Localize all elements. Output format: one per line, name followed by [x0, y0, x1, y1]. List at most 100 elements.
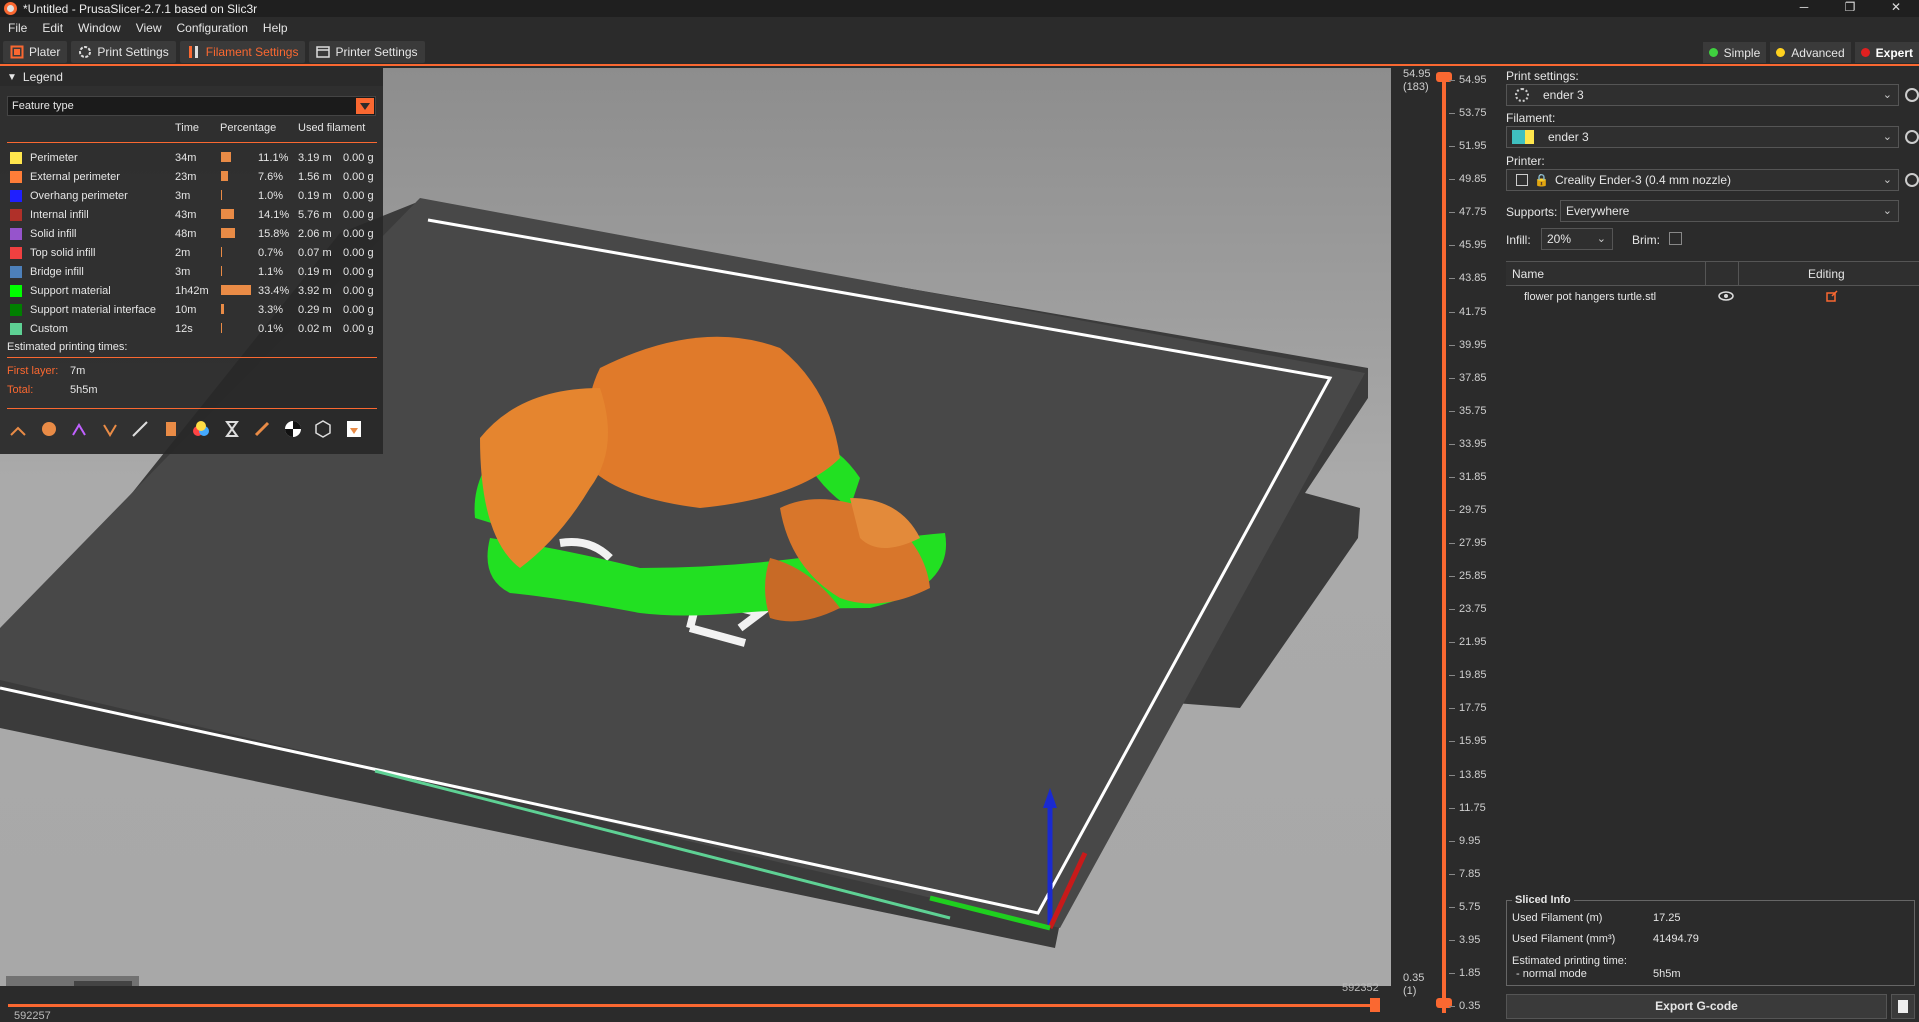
tab-plater[interactable]: Plater	[3, 40, 68, 63]
object-list: Name Editing flower pot hangers turtle.s…	[1506, 261, 1919, 873]
legend-row[interactable]: Support material 1h42m 33.4% 3.92 m 0.00 g	[0, 282, 383, 301]
edit-print-preset-icon[interactable]	[1905, 88, 1919, 102]
legend-row[interactable]: Internal infill 43m 14.1% 5.76 m 0.00 g	[0, 206, 383, 225]
color-changes-toggle-icon[interactable]	[190, 418, 212, 440]
mode-simple-button[interactable]: Simple	[1702, 42, 1767, 63]
legend-row[interactable]: Solid infill 48m 15.8% 2.06 m 0.00 g	[0, 225, 383, 244]
print-settings-combo[interactable]: ender 3 ⌄	[1506, 84, 1899, 106]
menu-help[interactable]: Help	[263, 21, 288, 35]
feature-name: External perimeter	[30, 171, 120, 183]
layer-tick-mark	[1449, 543, 1455, 544]
infill-label: Infill:	[1506, 233, 1531, 247]
menu-configuration[interactable]: Configuration	[177, 21, 248, 35]
layer-tick-mark	[1449, 113, 1455, 115]
legend-row[interactable]: Custom 12s 0.1% 0.02 m 0.00 g	[0, 320, 383, 339]
retractions-toggle-icon[interactable]	[68, 418, 90, 440]
feature-length: 3.19 m	[298, 152, 332, 164]
visibility-eye-icon[interactable]	[1718, 289, 1734, 306]
object-name: flower pot hangers turtle.stl	[1524, 291, 1657, 303]
column-divider	[1705, 262, 1706, 286]
custom-gcodes-toggle-icon[interactable]	[251, 418, 273, 440]
layer-slider[interactable]: 54.95 (183) 54.95 53.75 51.95 49.85 47.75 45.…	[1391, 68, 1504, 1019]
close-button[interactable]: ✕	[1873, 0, 1919, 17]
seams-toggle-icon[interactable]	[129, 418, 151, 440]
travel-toggle-icon[interactable]	[7, 418, 29, 440]
object-row[interactable]: flower pot hangers turtle.stl	[1506, 286, 1919, 308]
feature-name: Internal infill	[30, 209, 89, 221]
legend-header[interactable]: ▼ Legend	[0, 68, 383, 86]
export-to-device-button[interactable]	[1891, 994, 1915, 1019]
editing-column-header[interactable]: Editing	[1808, 267, 1845, 281]
wipe-toggle-icon[interactable]	[38, 418, 60, 440]
layer-tick-label: 21.95	[1459, 636, 1487, 649]
supports-select[interactable]: Everywhere ⌄	[1560, 200, 1899, 222]
advanced-mode-dot-icon	[1776, 48, 1786, 57]
export-gcode-button[interactable]: Export G-code	[1506, 994, 1887, 1019]
view-type-select[interactable]: Feature type	[7, 96, 376, 116]
feature-name: Top solid infill	[30, 247, 96, 259]
feature-weight: 0.00 g	[343, 304, 374, 316]
minimize-button[interactable]: ─	[1781, 0, 1827, 17]
percentage-bar	[221, 285, 251, 295]
layer-tick-mark	[1449, 642, 1455, 644]
layer-tick-mark	[1449, 873, 1455, 875]
mode-advanced-button[interactable]: Advanced	[1770, 42, 1851, 63]
center-of-gravity-toggle-icon[interactable]	[282, 418, 304, 440]
menu-view[interactable]: View	[136, 21, 162, 35]
layer-tick-mark	[1449, 377, 1455, 379]
tool-marker-toggle-icon[interactable]	[343, 418, 365, 440]
layer-tick-label: 47.75	[1459, 206, 1487, 219]
mode-advanced-label: Advanced	[1791, 45, 1845, 60]
layer-tick-label: 54.95	[1459, 74, 1487, 86]
deretractions-toggle-icon[interactable]	[99, 418, 121, 440]
legend-row[interactable]: External perimeter 23m 7.6% 1.56 m 0.00 g	[0, 168, 383, 187]
legend-row[interactable]: Perimeter 34m 11.1% 3.19 m 0.00 g	[0, 149, 383, 168]
edit-printer-preset-icon[interactable]	[1905, 173, 1919, 187]
layer-tick-mark	[1449, 939, 1455, 941]
move-left-value: 592257	[14, 1010, 51, 1022]
print-settings-value: ender 3	[1543, 88, 1584, 102]
brim-checkbox[interactable]	[1669, 232, 1682, 245]
feature-length: 3.92 m	[298, 285, 332, 297]
menu-edit[interactable]: Edit	[42, 21, 63, 35]
move-slider-thumb[interactable]	[1370, 998, 1380, 1012]
feature-percentage: 7.6%	[258, 171, 284, 183]
layer-tick-label: 29.75	[1459, 503, 1487, 516]
layer-tick-mark	[1449, 675, 1455, 677]
print-profile-gear-icon	[1515, 88, 1529, 102]
move-slider[interactable]: 592352 592257	[0, 982, 1391, 1022]
infill-select[interactable]: 20% ⌄	[1541, 228, 1613, 250]
name-column-header[interactable]: Name	[1512, 267, 1544, 281]
tab-printer-settings[interactable]: Printer Settings	[309, 40, 425, 63]
menu-file[interactable]: File	[8, 21, 27, 35]
edit-filament-preset-icon[interactable]	[1905, 130, 1919, 144]
tool-changes-toggle-icon[interactable]	[160, 418, 182, 440]
tab-printer-settings-label: Printer Settings	[335, 44, 418, 59]
feature-length: 0.29 m	[298, 304, 332, 316]
legend-row[interactable]: Top solid infill 2m 0.7% 0.07 m 0.00 g	[0, 244, 383, 263]
layer-tick-mark	[1449, 476, 1455, 478]
sliced-info-title: Sliced Info	[1512, 894, 1574, 906]
filament-combo[interactable]: ender 3 ⌄	[1506, 126, 1899, 148]
layer-tick-mark	[1449, 906, 1455, 908]
normal-mode-value: 5h5m	[1653, 968, 1681, 980]
used-filament-m-label: Used Filament (m)	[1512, 912, 1603, 924]
feature-weight: 0.00 g	[343, 266, 374, 278]
legend-row[interactable]: Support material interface 10m 3.3% 0.29 m 0…	[0, 301, 383, 320]
mode-expert-button[interactable]: Expert	[1854, 42, 1919, 63]
legend-row[interactable]: Overhang perimeter 3m 1.0% 0.19 m 0.00 g	[0, 187, 383, 206]
bottom-height-label: 0.35	[1403, 972, 1425, 984]
normal-mode-label: - normal mode	[1516, 968, 1587, 980]
legend-row[interactable]: Bridge infill 3m 1.1% 0.19 m 0.00 g	[0, 263, 383, 282]
printer-combo[interactable]: 🔒 Creality Ender-3 (0.4 mm nozzle) ⌄	[1506, 169, 1899, 191]
menu-window[interactable]: Window	[78, 21, 121, 35]
layer-tick-label: 33.95	[1459, 437, 1487, 450]
pause-prints-toggle-icon[interactable]	[221, 418, 243, 440]
maximize-button[interactable]: ❐	[1827, 0, 1873, 17]
feature-length: 2.06 m	[298, 228, 332, 240]
tab-print-settings[interactable]: Print Settings	[71, 40, 176, 63]
edit-object-icon[interactable]	[1826, 290, 1838, 305]
tab-filament-settings[interactable]: Filament Settings	[179, 40, 306, 63]
shells-toggle-icon[interactable]	[312, 418, 334, 440]
mode-switch: Simple Advanced Expert	[1699, 42, 1919, 63]
